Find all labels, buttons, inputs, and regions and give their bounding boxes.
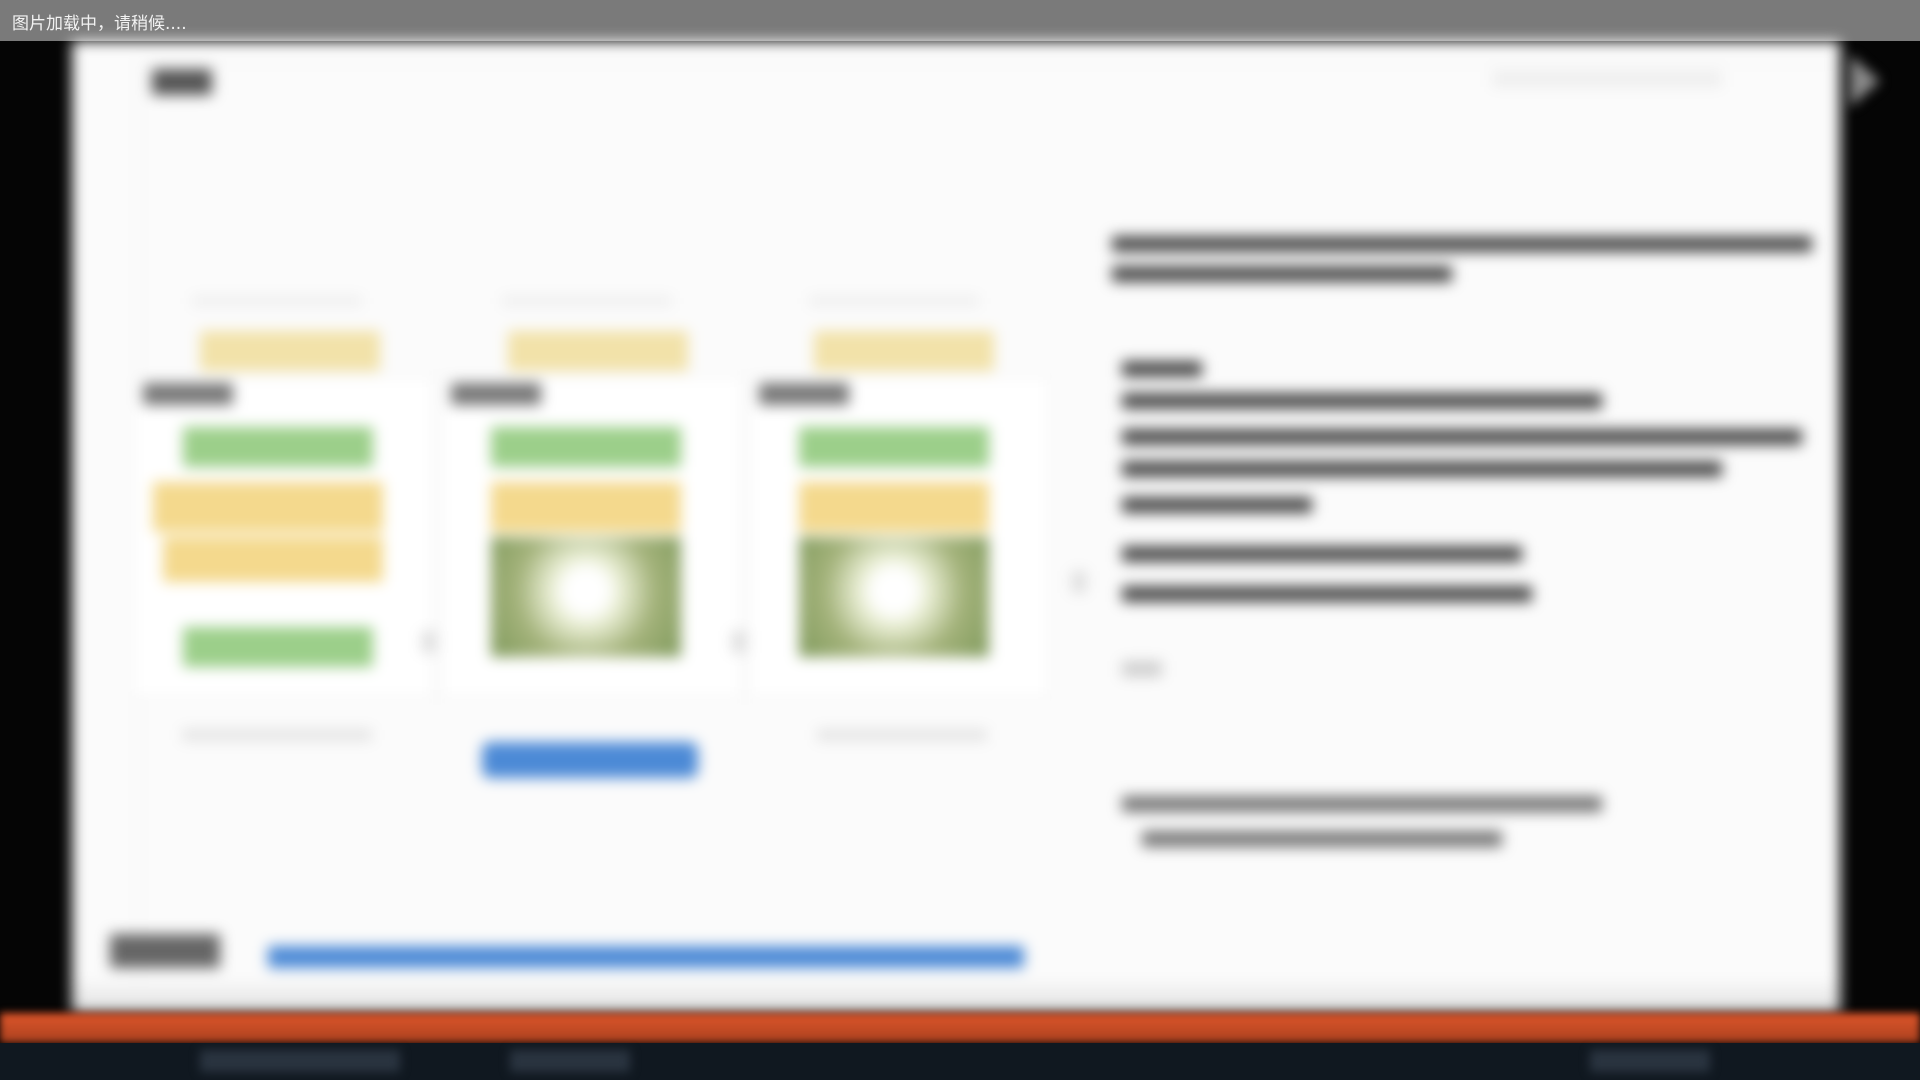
- feed-food-image: [491, 537, 681, 657]
- viewer-progress-strip: [0, 1013, 1920, 1043]
- slide-footer: [72, 981, 1840, 1013]
- link-label: [110, 934, 220, 968]
- text-line: [1142, 831, 1502, 847]
- text-line: [1112, 236, 1812, 252]
- slide-image: [72, 41, 1840, 1013]
- text-line: [1122, 796, 1602, 812]
- bottom-thumbnail[interactable]: [1590, 1050, 1710, 1072]
- text-line: [1122, 361, 1202, 377]
- feed-green-bar: [183, 627, 373, 667]
- loading-bar: 图片加载中，请稍候....: [0, 0, 1920, 41]
- text-line: [1112, 266, 1452, 282]
- feed-caption: [182, 729, 372, 741]
- chevron-right-icon[interactable]: [1850, 55, 1880, 107]
- feed-top-text: [809, 296, 979, 306]
- highlight-button[interactable]: [482, 742, 698, 778]
- feed-card-label: [451, 383, 541, 405]
- bottom-thumbnail[interactable]: [510, 1050, 630, 1072]
- slide-header-badge: [152, 69, 212, 95]
- feed-food-image: [799, 537, 989, 657]
- feed-card: [440, 376, 742, 698]
- feed-yellow-bar: [799, 482, 989, 532]
- text-line: [1122, 586, 1532, 602]
- text-line: [1122, 661, 1162, 677]
- feed-yellow-bar: [153, 482, 383, 532]
- bottom-thumbnail[interactable]: [200, 1050, 400, 1072]
- feed-top-text: [192, 296, 362, 306]
- source-link[interactable]: [268, 946, 1024, 968]
- viewer-right-margin: [1840, 41, 1920, 1013]
- arrow-mark: [1072, 571, 1086, 593]
- arrow-mark: [422, 631, 436, 653]
- feed-card-label: [143, 383, 233, 405]
- text-line: [1122, 546, 1522, 562]
- feed-card-label: [759, 383, 849, 405]
- feed-top-banner: [508, 331, 688, 371]
- feed-top-banner: [814, 331, 994, 371]
- slide-header-right: [1492, 71, 1722, 87]
- feed-yellow-bar: [163, 537, 383, 582]
- arrow-mark: [732, 631, 746, 653]
- feed-green-bar: [183, 427, 373, 467]
- feed-top-banner: [200, 331, 380, 371]
- feed-green-bar: [491, 427, 681, 467]
- feed-yellow-bar: [491, 482, 681, 532]
- text-line: [1122, 429, 1802, 445]
- feed-top-text: [502, 296, 672, 306]
- viewer-left-margin: [0, 41, 70, 1013]
- text-line: [1122, 393, 1602, 409]
- text-line: [1122, 461, 1722, 477]
- feed-caption: [817, 729, 987, 741]
- text-line: [1122, 497, 1312, 513]
- loading-text: 图片加载中，请稍候....: [12, 14, 187, 34]
- feed-card: [132, 376, 434, 698]
- feed-green-bar: [799, 427, 989, 467]
- feed-card: [748, 376, 1050, 698]
